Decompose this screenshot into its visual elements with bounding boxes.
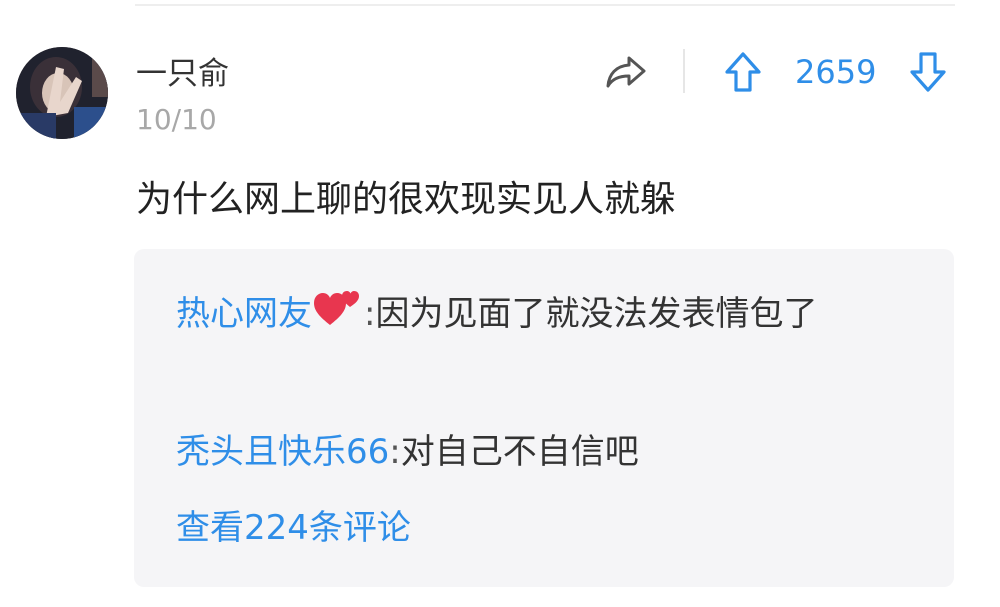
reply-item[interactable]: 热心网友 :因为见面了就没法发表情包了 — [176, 287, 916, 341]
comment-date: 10/10 — [136, 103, 217, 136]
reply-separator: : — [364, 294, 376, 334]
reply-author[interactable]: 热心网友 — [176, 294, 312, 334]
reply-text: 因为见面了就没法发表情包了 — [375, 294, 818, 334]
downvote-button[interactable] — [905, 48, 951, 96]
upvote-button[interactable] — [720, 48, 766, 96]
comment-author[interactable]: 一只俞 — [136, 54, 229, 94]
reply-author[interactable]: 秃头且快乐66 — [176, 432, 389, 472]
vote-count: 2659 — [795, 53, 877, 91]
arrow-down-icon — [910, 52, 946, 92]
reply-preview-box[interactable]: 热心网友 :因为见面了就没法发表情包了 秃头且快乐66:对自己不自信吧 查看22… — [134, 249, 954, 587]
arrow-up-icon — [725, 52, 761, 92]
share-button[interactable] — [602, 50, 650, 94]
avatar-image — [16, 47, 108, 139]
reply-item[interactable]: 秃头且快乐66:对自己不自信吧 — [176, 425, 916, 479]
comment-card: 一只俞 10/10 2659 为什么网上聊的很欢现实见人就躲 热心网友 :因为见… — [0, 0, 1000, 607]
reply-separator: : — [389, 432, 401, 472]
view-more-comments-link[interactable]: 查看224条评论 — [176, 501, 411, 555]
action-divider — [683, 49, 685, 93]
reply-text: 对自己不自信吧 — [400, 432, 639, 472]
top-divider — [135, 4, 955, 6]
share-arrow-icon — [606, 56, 646, 88]
comment-text: 为什么网上聊的很欢现实见人就躲 — [136, 179, 677, 220]
two-hearts-icon — [312, 287, 364, 331]
avatar[interactable] — [16, 47, 108, 139]
